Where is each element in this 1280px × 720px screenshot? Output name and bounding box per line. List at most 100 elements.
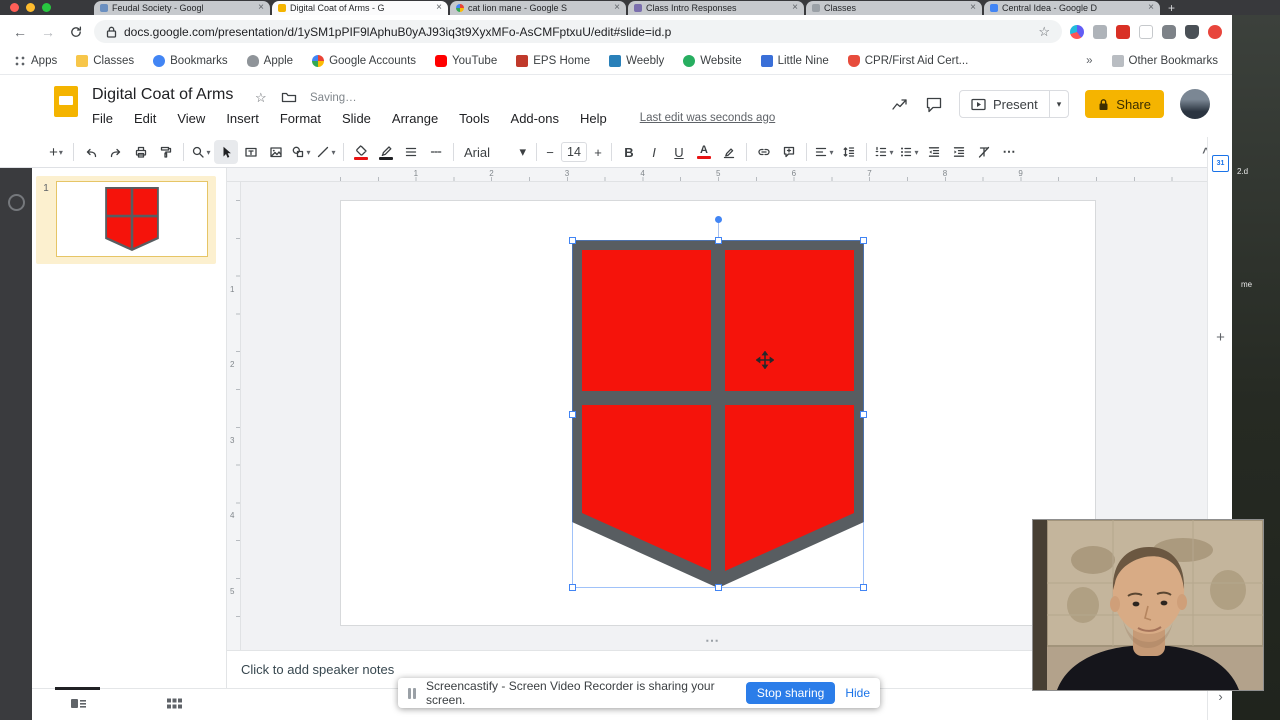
macos-minimize-button[interactable] bbox=[26, 3, 35, 12]
menu-slide[interactable]: Slide bbox=[342, 111, 371, 126]
underline-button[interactable]: U bbox=[667, 140, 691, 164]
more-options-button[interactable]: ⋯ bbox=[997, 140, 1021, 164]
border-weight-button[interactable] bbox=[399, 140, 423, 164]
comment-history-icon[interactable] bbox=[925, 96, 943, 113]
bookmarks-overflow-icon[interactable]: » bbox=[1086, 55, 1092, 67]
stop-sharing-button[interactable]: Stop sharing bbox=[745, 682, 836, 704]
share-button[interactable]: Share bbox=[1085, 90, 1164, 118]
paint-format-button[interactable] bbox=[154, 140, 178, 164]
insights-icon[interactable] bbox=[891, 96, 909, 112]
menu-file[interactable]: File bbox=[92, 111, 113, 126]
grid-view-button[interactable] bbox=[166, 696, 183, 711]
last-edit-link[interactable]: Last edit was seconds ago bbox=[640, 111, 776, 126]
insert-image-button[interactable] bbox=[264, 140, 288, 164]
extension-icon[interactable] bbox=[1070, 24, 1084, 39]
new-tab-button[interactable]: + bbox=[1168, 2, 1175, 15]
bookmark-google-accounts[interactable]: Google Accounts bbox=[312, 55, 416, 67]
insert-link-button[interactable] bbox=[752, 140, 776, 164]
screencastify-extension-icon[interactable] bbox=[1208, 24, 1222, 39]
bookmark-star-icon[interactable]: ☆ bbox=[1038, 24, 1050, 40]
add-addon-button[interactable]: + bbox=[1208, 329, 1233, 346]
insert-shape-button[interactable]: ▾ bbox=[289, 140, 313, 164]
extension-icon[interactable] bbox=[1093, 24, 1107, 39]
bookmark-little-nine[interactable]: Little Nine bbox=[760, 55, 829, 67]
other-bookmarks[interactable]: Other Bookmarks bbox=[1111, 55, 1218, 67]
border-color-button[interactable] bbox=[374, 140, 398, 164]
document-title[interactable]: Digital Coat of Arms bbox=[92, 86, 233, 104]
bookmark-weebly[interactable]: Weebly bbox=[609, 55, 664, 67]
bookmark-classes[interactable]: Classes bbox=[76, 55, 134, 67]
tab-close-icon[interactable]: × bbox=[258, 3, 264, 13]
resize-handle-left[interactable] bbox=[569, 410, 576, 418]
tab-cat-lion-mane[interactable]: cat lion mane - Google S × bbox=[450, 1, 626, 15]
decrease-font-size-button[interactable]: − bbox=[542, 140, 558, 164]
menu-tools[interactable]: Tools bbox=[459, 111, 489, 126]
tab-close-icon[interactable]: × bbox=[970, 3, 976, 13]
tab-feudal-society[interactable]: Feudal Society - Googl × bbox=[94, 1, 270, 15]
panel-collapse-icon[interactable]: › bbox=[1208, 689, 1233, 704]
textbox-button[interactable] bbox=[239, 140, 263, 164]
tab-classes[interactable]: Classes × bbox=[806, 1, 982, 15]
adobe-extension-icon[interactable] bbox=[1116, 24, 1130, 39]
forward-button[interactable]: → bbox=[38, 22, 58, 42]
reload-button[interactable] bbox=[66, 22, 86, 42]
increase-font-size-button[interactable]: + bbox=[590, 140, 606, 164]
resize-handle-top-left[interactable] bbox=[569, 237, 576, 244]
increase-indent-button[interactable] bbox=[947, 140, 971, 164]
menu-help[interactable]: Help bbox=[580, 111, 607, 126]
bookmark-apple[interactable]: Apple bbox=[246, 55, 293, 67]
font-family-select[interactable]: Arial ▾ bbox=[459, 140, 531, 164]
puzzle-extension-icon[interactable] bbox=[1162, 24, 1176, 39]
clear-formatting-button[interactable] bbox=[972, 140, 996, 164]
align-button[interactable]: ▾ bbox=[812, 140, 836, 164]
menu-view[interactable]: View bbox=[177, 111, 205, 126]
undo-button[interactable] bbox=[79, 140, 103, 164]
menu-insert[interactable]: Insert bbox=[226, 111, 259, 126]
present-dropdown-button[interactable]: ▾ bbox=[1048, 91, 1069, 117]
decrease-indent-button[interactable] bbox=[922, 140, 946, 164]
slide-page[interactable] bbox=[340, 200, 1096, 626]
move-folder-icon[interactable] bbox=[281, 90, 297, 104]
star-document-icon[interactable]: ☆ bbox=[255, 90, 267, 106]
google-slides-logo-icon[interactable] bbox=[54, 86, 78, 117]
add-comment-button[interactable] bbox=[777, 140, 801, 164]
tab-digital-coat-of-arms[interactable]: Digital Coat of Arms - G × bbox=[272, 1, 448, 15]
tab-close-icon[interactable]: × bbox=[1148, 3, 1154, 13]
insert-line-button[interactable]: ▾ bbox=[314, 140, 338, 164]
shield-extension-icon[interactable] bbox=[1185, 24, 1199, 39]
resize-handle-bottom-left[interactable] bbox=[569, 584, 576, 591]
font-size-input[interactable]: 14 bbox=[561, 142, 587, 162]
bookmark-bookmarks[interactable]: Bookmarks bbox=[153, 55, 228, 67]
bookmark-youtube[interactable]: YouTube bbox=[435, 55, 497, 67]
text-color-button[interactable]: A bbox=[692, 140, 716, 164]
rotation-handle[interactable] bbox=[715, 216, 722, 223]
hide-notification-button[interactable]: Hide bbox=[845, 686, 870, 700]
italic-button[interactable]: I bbox=[642, 140, 666, 164]
tab-close-icon[interactable]: × bbox=[792, 3, 798, 13]
zoom-button[interactable]: ▾ bbox=[189, 140, 213, 164]
numbered-list-button[interactable]: ▾ bbox=[872, 140, 896, 164]
tab-central-idea[interactable]: Central Idea - Google D × bbox=[984, 1, 1160, 15]
menu-edit[interactable]: Edit bbox=[134, 111, 156, 126]
bookmark-eps-home[interactable]: EPS Home bbox=[516, 55, 590, 67]
bookmark-apps[interactable]: Apps bbox=[14, 55, 57, 67]
fill-color-button[interactable] bbox=[349, 140, 373, 164]
url-text[interactable]: docs.google.com/presentation/d/1ySM1pPIF… bbox=[124, 25, 1031, 39]
print-button[interactable] bbox=[129, 140, 153, 164]
bold-button[interactable]: B bbox=[617, 140, 641, 164]
filmstrip-view-button[interactable] bbox=[70, 696, 87, 711]
line-spacing-button[interactable] bbox=[837, 140, 861, 164]
bookmark-website[interactable]: Website bbox=[683, 55, 742, 67]
address-bar[interactable]: docs.google.com/presentation/d/1ySM1pPIF… bbox=[94, 20, 1062, 43]
macos-zoom-button[interactable] bbox=[42, 3, 51, 12]
back-button[interactable]: ← bbox=[10, 22, 30, 42]
tab-close-icon[interactable]: × bbox=[614, 3, 620, 13]
macos-close-button[interactable] bbox=[10, 3, 19, 12]
redo-button[interactable] bbox=[104, 140, 128, 164]
new-slide-button[interactable]: + ▾ bbox=[44, 140, 68, 164]
menu-format[interactable]: Format bbox=[280, 111, 321, 126]
menu-addons[interactable]: Add-ons bbox=[511, 111, 559, 126]
bulleted-list-button[interactable]: ▾ bbox=[897, 140, 921, 164]
select-tool-button[interactable] bbox=[214, 140, 238, 164]
resize-handle-top-right[interactable] bbox=[860, 237, 867, 244]
